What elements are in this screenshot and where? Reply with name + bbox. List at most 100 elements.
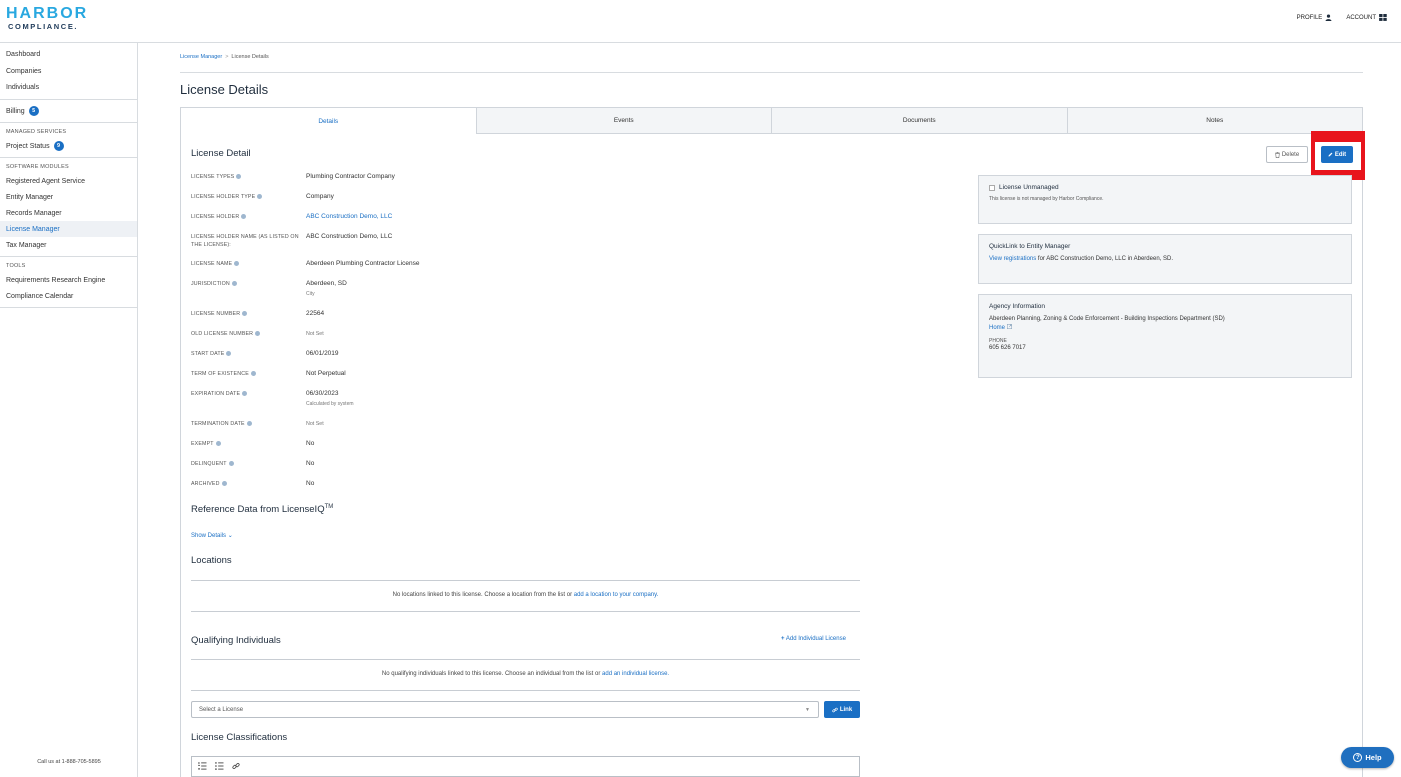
sidebar-item-compliance-calendar[interactable]: Compliance Calendar: [0, 288, 137, 304]
locations-bottom-divider: [191, 611, 860, 612]
select-license-dropdown[interactable]: Select a License ▼: [191, 701, 819, 718]
help-button[interactable]: ? Help: [1341, 747, 1394, 768]
sidebar-item-dashboard[interactable]: Dashboard: [0, 45, 137, 63]
help-icon[interactable]: [242, 311, 248, 317]
tab-bar: Details Events Documents Notes: [181, 108, 1363, 135]
agency-home-link[interactable]: Home: [989, 325, 1005, 331]
license-holder-link[interactable]: ABC Construction Demo, LLC: [306, 213, 392, 221]
sidebar-item-license-manager[interactable]: License Manager: [0, 221, 137, 237]
question-icon: ?: [1353, 753, 1363, 762]
help-icon[interactable]: [228, 461, 234, 467]
field-label: TERM OF EXISTENCE: [191, 371, 249, 377]
user-icon: [1325, 14, 1332, 21]
add-individual-link[interactable]: add an individual license.: [602, 671, 669, 677]
field-subtext: City: [306, 291, 315, 297]
field-label: EXEMPT: [191, 441, 214, 447]
quicklink-title: QuickLink to Entity Manager: [989, 243, 1071, 250]
qualifying-empty-message: No qualifying individuals linked to this…: [191, 671, 860, 677]
sidebar-item-individuals[interactable]: Individuals: [0, 79, 137, 95]
link-button[interactable]: Link: [824, 701, 860, 718]
sidebar-item-requirements-research[interactable]: Requirements Research Engine: [0, 272, 137, 288]
sidebar-item-entity-manager[interactable]: Entity Manager: [0, 189, 137, 205]
field-label: LICENSE HOLDER NAME (AS LISTED ON THE LI…: [191, 234, 299, 248]
help-icon[interactable]: [250, 371, 256, 377]
add-individual-license-button[interactable]: + Add Individual License: [781, 636, 846, 642]
help-label: Help: [1365, 753, 1382, 762]
insert-link-icon[interactable]: [232, 762, 240, 772]
field-label: LICENSE NUMBER: [191, 311, 241, 317]
help-icon[interactable]: [226, 351, 232, 357]
field-value: ABC Construction Demo, LLC: [306, 233, 393, 240]
sidebar-group-billing: Billing 5: [0, 100, 137, 123]
help-icon[interactable]: [246, 421, 252, 427]
field-label: JURISDICTION: [191, 281, 230, 287]
help-icon[interactable]: [215, 441, 221, 447]
account-menu[interactable]: ACCOUNT: [1346, 14, 1387, 21]
sidebar-item-registered-agent[interactable]: Registered Agent Service: [0, 173, 137, 189]
sidebar-item-project-status[interactable]: Project Status 9: [0, 138, 137, 154]
phone-value: 605 626 7017: [989, 345, 1026, 351]
add-individual-label: Add Individual License: [785, 636, 846, 642]
view-registrations-link[interactable]: View registrations: [989, 256, 1036, 262]
pencil-icon: [1328, 152, 1333, 157]
project-status-count-badge: 9: [53, 141, 64, 151]
delete-button[interactable]: Delete: [1266, 146, 1308, 163]
help-icon[interactable]: [236, 174, 242, 180]
unmanaged-checkbox[interactable]: [989, 184, 995, 191]
select-license-placeholder: Select a License: [199, 706, 244, 713]
sidebar-item-billing[interactable]: Billing 5: [0, 103, 137, 119]
add-location-link[interactable]: add a location to your company.: [574, 592, 659, 598]
field-value: Plumbing Contractor Company: [306, 173, 395, 180]
locations-empty-text: No locations linked to this license. Cho…: [392, 592, 573, 598]
tab-notes[interactable]: Notes: [1066, 108, 1363, 133]
help-icon[interactable]: [231, 281, 237, 287]
help-icon[interactable]: [241, 214, 247, 220]
license-classifications-title: License Classifications: [191, 732, 288, 743]
edit-label: Edit: [1334, 151, 1347, 158]
unmanaged-text: This license is not managed by Harbor Co…: [989, 196, 1104, 202]
field-value: No: [306, 460, 315, 467]
quicklink-panel: QuickLink to Entity Manager View registr…: [978, 234, 1352, 284]
field-value: 06/30/2023: [306, 390, 339, 397]
help-icon[interactable]: [242, 391, 248, 397]
field-value: Aberdeen, SD: [306, 280, 347, 287]
account-label: ACCOUNT: [1346, 14, 1376, 21]
license-detail-title: License Detail: [191, 148, 251, 159]
breadcrumb: License Manager > License Details: [180, 54, 269, 60]
profile-menu[interactable]: PROFILE: [1297, 14, 1333, 21]
tab-documents[interactable]: Documents: [771, 108, 1067, 133]
help-icon[interactable]: [221, 481, 227, 487]
help-icon[interactable]: [257, 194, 263, 200]
tab-events[interactable]: Events: [475, 108, 772, 133]
help-icon[interactable]: [234, 261, 240, 267]
breadcrumb-license-manager[interactable]: License Manager: [180, 54, 222, 60]
trademark-mark: TM: [324, 504, 334, 510]
external-link-icon: [1006, 324, 1012, 329]
tab-details[interactable]: Details: [181, 108, 476, 135]
managed-services-heading: MANAGED SERVICES: [6, 129, 67, 135]
sidebar-item-label: Billing: [6, 107, 25, 115]
field-value: No: [306, 480, 315, 487]
call-us-text: Call us at 1-888-705-5895: [37, 759, 101, 765]
trash-icon: [1275, 151, 1280, 158]
edit-button[interactable]: Edit: [1321, 146, 1353, 163]
locations-empty-message: No locations linked to this license. Cho…: [191, 592, 860, 598]
sidebar-group-tools: TOOLS Requirements Research Engine Compl…: [0, 257, 137, 308]
field-label: LICENSE HOLDER TYPE: [191, 194, 256, 200]
sidebar-item-label: Project Status: [6, 142, 50, 150]
link-icon: [832, 707, 838, 712]
sidebar-item-tax-manager[interactable]: Tax Manager: [0, 237, 137, 253]
harbor-compliance-logo[interactable]: HARBOR COMPLIANCE.: [6, 5, 88, 31]
sidebar-item-companies[interactable]: Companies: [0, 63, 137, 79]
sidebar-group-main: Dashboard Companies Individuals: [0, 43, 137, 100]
locations-title: Locations: [191, 555, 232, 566]
sidebar-group-managed: MANAGED SERVICES Project Status 9: [0, 123, 137, 158]
sidebar-item-records-manager[interactable]: Records Manager: [0, 205, 137, 221]
show-details-link[interactable]: Show Details ⌄: [191, 532, 233, 539]
unordered-list-icon[interactable]: [215, 761, 224, 772]
help-icon[interactable]: [255, 331, 261, 337]
agency-title: Agency Information: [989, 303, 1046, 310]
field-label: OLD LICENSE NUMBER: [191, 331, 254, 337]
ordered-list-icon[interactable]: [198, 761, 207, 772]
software-modules-heading: SOFTWARE MODULES: [6, 164, 69, 170]
